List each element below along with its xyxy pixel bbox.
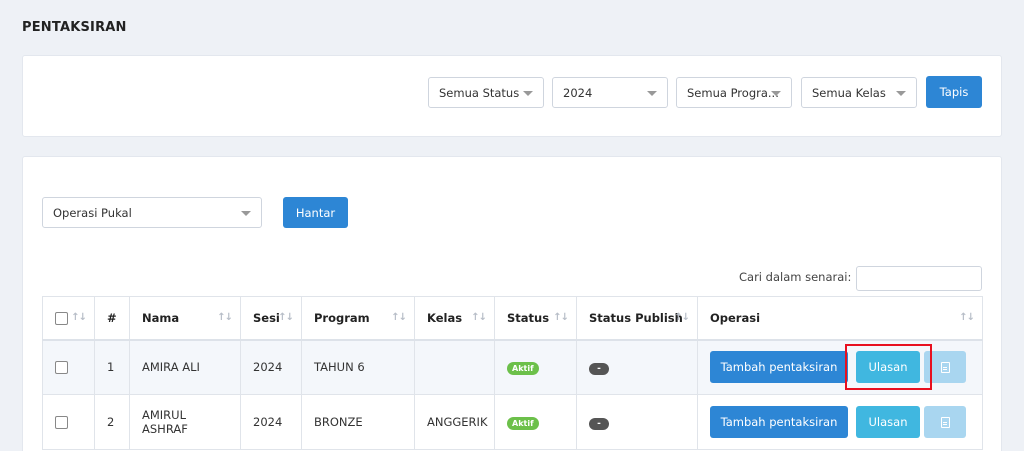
bulk-operation-value: Operasi Pukal: [53, 205, 132, 220]
row-kelas: [414, 339, 495, 395]
status-filter-value: Semua Status: [439, 85, 520, 100]
sort-icon[interactable]: ↑↓: [391, 312, 407, 323]
row-checkbox[interactable]: [55, 416, 68, 429]
caret-down-icon: [241, 211, 251, 216]
header-sesi[interactable]: Sesi ↑↓: [240, 296, 302, 341]
program-filter-value: Semua Progra...: [687, 85, 779, 100]
row-nama: AMIRUL ASHRAF: [129, 394, 241, 450]
publish-status-badge: -: [589, 417, 609, 430]
header-number[interactable]: #: [94, 296, 130, 341]
caret-down-icon: [896, 91, 906, 96]
search-input[interactable]: [856, 266, 982, 291]
search-label: Cari dalam senarai:: [739, 270, 852, 284]
table-row: 2 AMIRUL ASHRAF 2024 BRONZE ANGGERIK Akt…: [42, 394, 983, 450]
sort-icon[interactable]: ↑↓: [553, 312, 569, 323]
year-filter-select[interactable]: 2024: [552, 77, 668, 108]
row-sesi: 2024: [240, 394, 302, 450]
kelas-filter-select[interactable]: Semua Kelas: [801, 77, 917, 108]
header-status-publish[interactable]: Status Publish ↑↓: [576, 296, 698, 341]
hantar-button[interactable]: Hantar: [283, 197, 348, 228]
document-icon: [940, 361, 950, 373]
row-operations: Tambah pentaksiran Ulasan: [710, 406, 970, 438]
ulasan-button[interactable]: Ulasan: [856, 406, 920, 438]
caret-down-icon: [771, 91, 781, 96]
list-card: Operasi Pukal Hantar Cari dalam senarai:…: [22, 156, 1002, 451]
header-operasi[interactable]: Operasi ↑↓: [697, 296, 983, 341]
select-all-checkbox[interactable]: [55, 311, 68, 325]
caret-down-icon: [523, 91, 533, 96]
header-program[interactable]: Program ↑↓: [301, 296, 415, 341]
document-button[interactable]: [924, 406, 966, 438]
sort-icon[interactable]: ↑↓: [71, 312, 87, 323]
kelas-filter-value: Semua Kelas: [812, 85, 886, 100]
row-kelas: ANGGERIK: [414, 394, 495, 450]
caret-down-icon: [647, 91, 657, 96]
publish-status-badge: -: [589, 362, 609, 375]
status-filter-select[interactable]: Semua Status: [428, 77, 544, 108]
header-status[interactable]: Status ↑↓: [494, 296, 577, 341]
document-icon: [940, 416, 950, 428]
year-filter-value: 2024: [563, 85, 593, 100]
row-checkbox[interactable]: [55, 361, 68, 375]
bulk-operation-select[interactable]: Operasi Pukal: [42, 197, 262, 228]
ulasan-button[interactable]: Ulasan: [856, 351, 920, 384]
row-program: BRONZE: [301, 394, 415, 450]
sort-icon[interactable]: ↑↓: [959, 312, 975, 323]
tambah-pentaksiran-button[interactable]: Tambah pentaksiran: [710, 351, 848, 384]
sort-icon[interactable]: ↑↓: [471, 312, 487, 323]
header-kelas[interactable]: Kelas ↑↓: [414, 296, 495, 341]
status-badge: Aktif: [507, 361, 539, 375]
tapis-button[interactable]: Tapis: [926, 76, 982, 108]
tambah-pentaksiran-button[interactable]: Tambah pentaksiran: [710, 406, 848, 438]
table-row: 1 AMIRA ALI 2024 TAHUN 6 Aktif - Tambah …: [42, 339, 983, 395]
row-operations: Tambah pentaksiran Ulasan: [710, 351, 970, 384]
page-title: PENTAKSIRAN: [22, 20, 127, 35]
table-header-row: ↑↓ # Nama ↑↓ Sesi ↑↓ Program ↑↓ Kelas ↑↓ Sta…: [42, 296, 983, 341]
sort-icon[interactable]: ↑↓: [217, 312, 233, 323]
program-filter-select[interactable]: Semua Progra...: [676, 77, 792, 108]
row-number: 2: [94, 394, 130, 450]
sort-icon[interactable]: ↑↓: [674, 312, 690, 323]
row-sesi: 2024: [240, 339, 302, 395]
sort-icon[interactable]: ↑↓: [278, 312, 294, 323]
document-button[interactable]: [924, 351, 966, 384]
row-number: 1: [94, 339, 130, 395]
assessment-table: ↑↓ # Nama ↑↓ Sesi ↑↓ Program ↑↓ Kelas ↑↓ Sta…: [42, 296, 983, 450]
row-nama: AMIRA ALI: [129, 339, 241, 395]
header-nama[interactable]: Nama ↑↓: [129, 296, 241, 341]
row-program: TAHUN 6: [301, 339, 415, 395]
header-select-all[interactable]: ↑↓: [42, 296, 95, 341]
filter-card: Semua Status 2024 Semua Progra... Semua …: [22, 55, 1002, 137]
status-badge: Aktif: [507, 416, 539, 430]
